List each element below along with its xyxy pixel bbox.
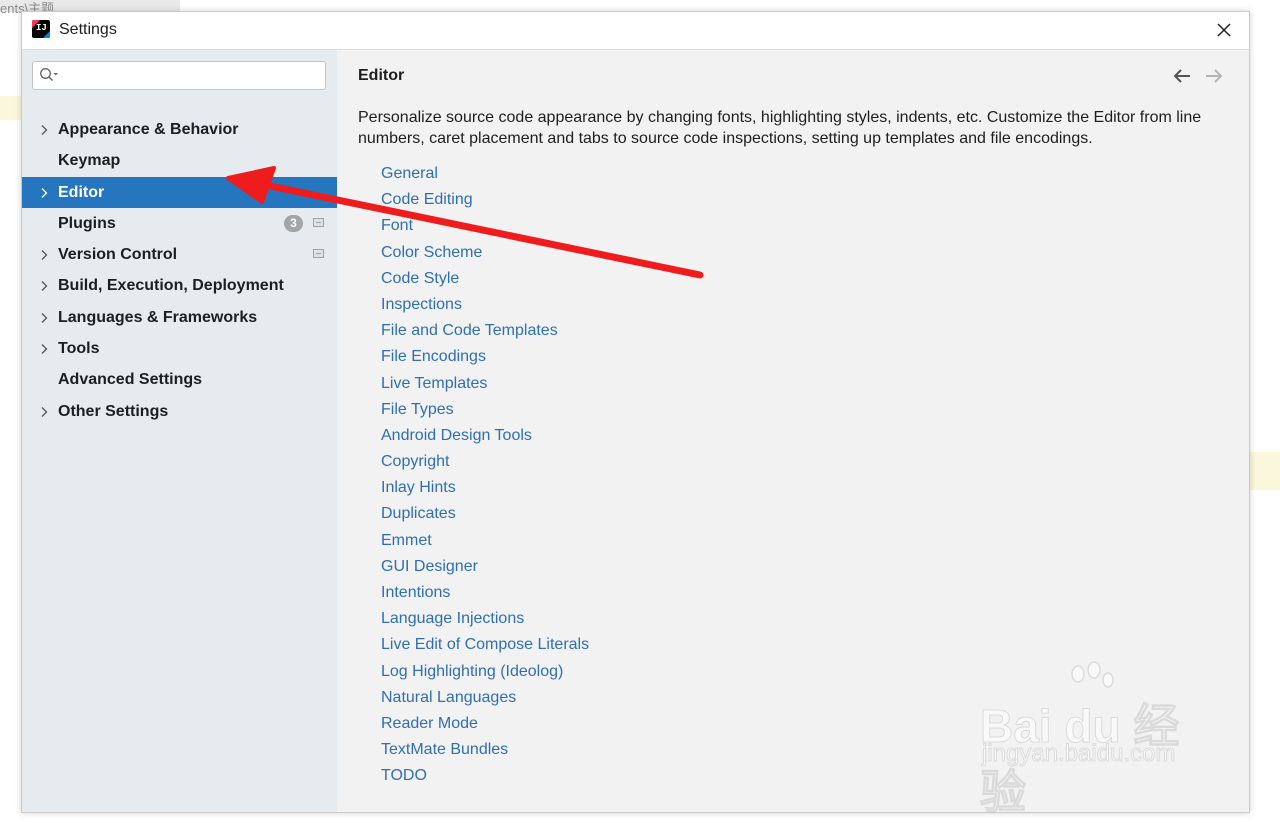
intellij-app-icon: IJ: [32, 20, 50, 38]
sidebar-item-label: Languages & Frameworks: [58, 308, 258, 326]
chevron-right-icon[interactable]: [39, 406, 49, 418]
settings-sidebar: Appearance & Behavior Keymap Editor Plug…: [22, 50, 337, 812]
project-level-icon: [313, 217, 324, 227]
sidebar-item-label: Advanced Settings: [58, 371, 203, 389]
link-duplicates[interactable]: Duplicates: [381, 501, 589, 527]
project-level-icon: [313, 249, 324, 259]
sidebar-item-label: Other Settings: [58, 402, 169, 420]
link-inspections[interactable]: Inspections: [381, 292, 589, 318]
sidebar-item-version-control[interactable]: Version Control: [22, 239, 337, 270]
link-general[interactable]: General: [381, 161, 589, 187]
search-icon[interactable]: [39, 67, 59, 83]
sidebar-item-label: Build, Execution, Deployment: [58, 277, 284, 295]
search-box[interactable]: [32, 61, 326, 90]
sidebar-item-label: Keymap: [58, 152, 121, 170]
window-title: Settings: [59, 21, 117, 38]
link-android-design-tools[interactable]: Android Design Tools: [381, 423, 589, 449]
search-input[interactable]: [63, 64, 322, 87]
link-copyright[interactable]: Copyright: [381, 449, 589, 475]
sidebar-item-advanced-settings[interactable]: Advanced Settings: [22, 364, 337, 395]
link-language-injections[interactable]: Language Injections: [381, 606, 589, 632]
chevron-right-icon[interactable]: [39, 343, 49, 355]
sidebar-item-keymap[interactable]: Keymap: [22, 145, 337, 176]
link-file-and-code-templates[interactable]: File and Code Templates: [381, 318, 589, 344]
sidebar-item-label: Appearance & Behavior: [58, 121, 239, 138]
close-icon: [1217, 23, 1231, 37]
link-file-encodings[interactable]: File Encodings: [381, 344, 589, 370]
sidebar-item-other-settings[interactable]: Other Settings: [22, 396, 337, 427]
link-code-editing[interactable]: Code Editing: [381, 187, 589, 213]
sidebar-item-languages-frameworks[interactable]: Languages & Frameworks: [22, 302, 337, 333]
link-live-edit-compose-literals[interactable]: Live Edit of Compose Literals: [381, 632, 589, 658]
settings-tree: Appearance & Behavior Keymap Editor Plug…: [22, 114, 337, 427]
link-file-types[interactable]: File Types: [381, 397, 589, 423]
link-code-style[interactable]: Code Style: [381, 266, 589, 292]
sidebar-item-plugins[interactable]: Plugins 3: [22, 208, 337, 239]
chevron-right-icon[interactable]: [39, 124, 49, 136]
chevron-right-icon[interactable]: [39, 280, 49, 292]
sidebar-item-label: Editor: [58, 183, 105, 201]
watermark-url-text: jingyan.baidu.com: [981, 740, 1176, 768]
link-reader-mode[interactable]: Reader Mode: [381, 711, 589, 737]
chevron-right-icon[interactable]: [39, 187, 49, 199]
link-log-highlighting[interactable]: Log Highlighting (Ideolog): [381, 659, 589, 685]
link-gui-designer[interactable]: GUI Designer: [381, 554, 589, 580]
link-live-templates[interactable]: Live Templates: [381, 371, 589, 397]
sidebar-item-appearance-behavior[interactable]: Appearance & Behavior: [22, 114, 337, 145]
link-intentions[interactable]: Intentions: [381, 580, 589, 606]
page-title: Editor: [358, 67, 405, 84]
close-button[interactable]: [1213, 19, 1235, 41]
chevron-right-icon[interactable]: [39, 312, 49, 324]
link-textmate-bundles[interactable]: TextMate Bundles: [381, 737, 589, 763]
sidebar-item-label: Tools: [58, 340, 100, 358]
sidebar-item-label: Plugins: [58, 214, 116, 232]
sidebar-item-build-execution-deployment[interactable]: Build, Execution, Deployment: [22, 270, 337, 301]
forward-arrow-icon[interactable]: [1203, 67, 1225, 85]
link-todo[interactable]: TODO: [381, 763, 589, 789]
background-highlight: [1248, 452, 1280, 490]
updates-count-badge: 3: [284, 214, 303, 232]
link-font[interactable]: Font: [381, 213, 589, 239]
link-inlay-hints[interactable]: Inlay Hints: [381, 475, 589, 501]
link-natural-languages[interactable]: Natural Languages: [381, 685, 589, 711]
link-color-scheme[interactable]: Color Scheme: [381, 240, 589, 266]
page-description: Personalize source code appearance by ch…: [358, 109, 1202, 147]
back-arrow-icon[interactable]: [1171, 67, 1193, 85]
background-highlight: [0, 96, 22, 120]
link-emmet[interactable]: Emmet: [381, 528, 589, 554]
title-bar: IJ Settings: [22, 12, 1249, 50]
chevron-right-icon[interactable]: [39, 249, 49, 261]
editor-subsection-links: General Code Editing Font Color Scheme C…: [381, 161, 589, 790]
baidu-watermark: Bai du 经验 jingyan.baidu.com: [980, 660, 1220, 819]
sidebar-item-editor[interactable]: Editor: [22, 176, 337, 208]
sidebar-item-tools[interactable]: Tools: [22, 333, 337, 364]
sidebar-item-label: Version Control: [58, 246, 178, 264]
